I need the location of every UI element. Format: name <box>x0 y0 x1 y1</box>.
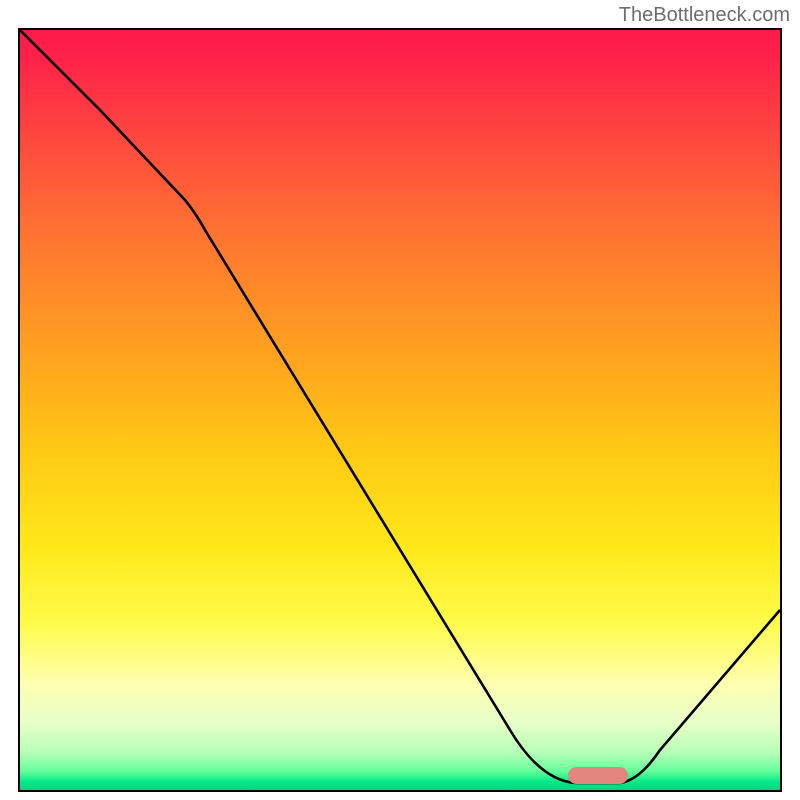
watermark-text: TheBottleneck.com <box>619 4 790 27</box>
curve-path <box>20 30 780 783</box>
chart-plot-area <box>18 28 782 792</box>
optimal-range-marker <box>568 767 628 784</box>
bottleneck-curve <box>20 30 780 790</box>
